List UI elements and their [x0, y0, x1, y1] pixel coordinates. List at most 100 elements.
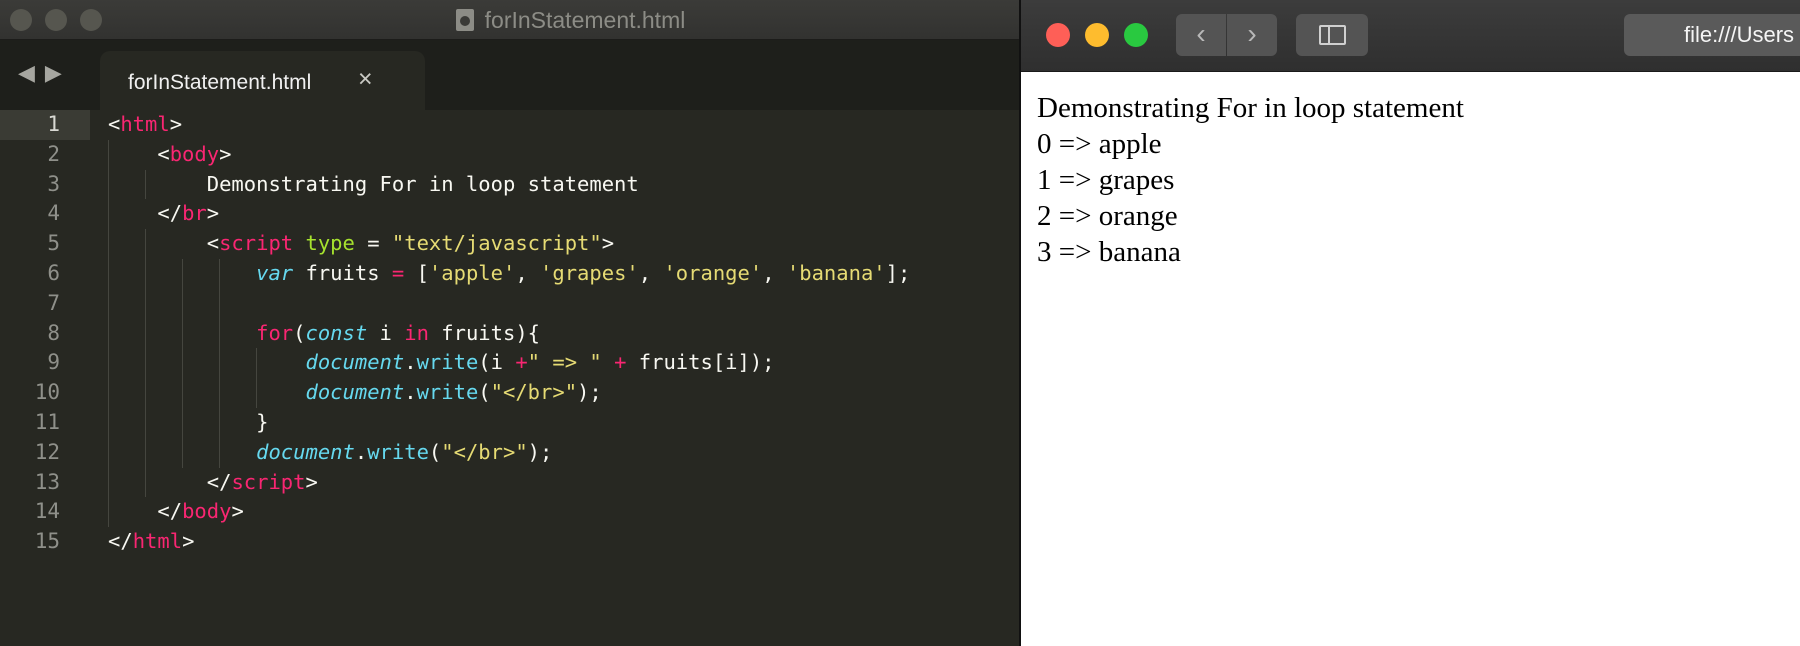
indent-guide	[108, 258, 109, 289]
indent-guide	[182, 318, 183, 349]
code-area[interactable]: <html> <body> Demonstrating For in loop …	[108, 110, 1013, 557]
code-token: </	[157, 499, 183, 524]
code-token: +	[614, 350, 627, 375]
indent-guide	[145, 258, 146, 289]
indent-guide	[182, 288, 183, 319]
code-line[interactable]: </body>	[108, 497, 1013, 528]
line-number: 6	[47, 260, 60, 285]
tab-forinstatement[interactable]: forInStatement.html ×	[100, 51, 425, 110]
line-number: 12	[34, 439, 60, 464]
line-number: 9	[47, 350, 60, 375]
code-token: html	[132, 529, 183, 554]
indent-guide	[145, 348, 146, 379]
code-token: </	[206, 469, 232, 494]
editor-titlebar: forInStatement.html	[0, 0, 1021, 40]
code-token: 'apple'	[428, 260, 516, 285]
code-token: 'grapes'	[540, 260, 639, 285]
indent-guide	[145, 288, 146, 319]
code-token: >	[206, 201, 220, 226]
code-token: body	[169, 141, 220, 166]
code-line[interactable]	[108, 288, 1013, 319]
indent-guide	[219, 378, 220, 408]
line-number: 8	[47, 320, 60, 345]
code-line[interactable]: document.write(i +" => " + fruits[i]);	[108, 348, 1013, 379]
code-token: in	[404, 320, 429, 345]
code-token: <	[206, 231, 220, 256]
indent-guide	[108, 169, 109, 200]
code-token: write	[367, 439, 429, 464]
code-token: script	[219, 231, 294, 256]
code-token: }	[256, 409, 269, 434]
output-line: 0 => apple	[1037, 128, 1162, 160]
back-arrow-icon[interactable]: ◀	[18, 62, 35, 84]
output-line: Demonstrating For in loop statement	[1037, 92, 1464, 124]
code-line[interactable]: var fruits = ['apple', 'grapes', 'orange…	[108, 258, 1013, 289]
code-line[interactable]: document.write("</br>");	[108, 378, 1013, 408]
page-content: Demonstrating For in loop statement 0 =>…	[1037, 90, 1464, 270]
line-number: 10	[34, 380, 60, 405]
code-token: .	[354, 439, 368, 464]
line-number: 4	[47, 201, 60, 226]
code-line[interactable]: </script>	[108, 467, 1013, 498]
code-line[interactable]: <html>	[108, 110, 1013, 140]
line-number: 3	[47, 171, 60, 196]
editor-tab-bar: ◀ ▶ forInStatement.html ×	[0, 40, 1021, 110]
code-token: >	[305, 469, 318, 494]
code-editor-window: forInStatement.html ◀ ▶ forInStatement.h…	[0, 0, 1021, 646]
output-line: 2 => orange	[1037, 200, 1178, 232]
line-number: 2	[47, 141, 60, 166]
forward-button[interactable]: ›	[1227, 14, 1277, 56]
output-line: 3 => banana	[1037, 236, 1181, 268]
zoom-window-icon[interactable]	[1124, 23, 1148, 47]
code-line[interactable]: for(const i in fruits){	[108, 318, 1013, 349]
code-token: >	[231, 499, 244, 524]
file-icon	[455, 9, 474, 31]
code-token: >	[182, 529, 195, 554]
indent-guide	[219, 437, 220, 468]
line-number: 5	[47, 231, 60, 256]
code-token: ,	[515, 260, 541, 285]
code-line[interactable]: <body>	[108, 139, 1013, 170]
code-token: 'orange'	[663, 260, 763, 285]
close-tab-icon[interactable]: ×	[358, 67, 373, 92]
code-token: script	[231, 469, 306, 494]
code-line[interactable]: }	[108, 407, 1013, 438]
editor-window-title: forInStatement.html	[0, 0, 1021, 40]
indent-guide	[182, 378, 183, 408]
back-button[interactable]: ‹	[1176, 14, 1226, 56]
code-token: </	[157, 201, 183, 226]
code-line[interactable]: <script type = "text/javascript">	[108, 229, 1013, 259]
output-line: 1 => grapes	[1037, 164, 1175, 196]
code-line[interactable]: </html>	[108, 527, 1013, 557]
code-token: .	[404, 350, 417, 375]
code-line[interactable]: document.write("</br>");	[108, 437, 1013, 468]
indent-guide	[182, 258, 183, 289]
code-token: br	[182, 201, 207, 226]
code-token: (	[293, 320, 306, 345]
indent-guide	[108, 407, 109, 438]
address-bar[interactable]: file:///Users	[1624, 14, 1800, 56]
code-token: 'banana'	[786, 260, 886, 285]
sidebar-toggle-button[interactable]	[1296, 14, 1368, 56]
indent-guide	[219, 348, 220, 379]
tab-label: forInStatement.html	[128, 71, 312, 94]
close-window-icon[interactable]	[1046, 23, 1070, 47]
code-token: .	[404, 380, 417, 405]
code-line[interactable]: </br>	[108, 199, 1013, 230]
code-token: const	[305, 320, 368, 345]
code-token: "</br>"	[490, 380, 578, 405]
code-token: document	[305, 380, 405, 405]
minimize-window-icon[interactable]	[1085, 23, 1109, 47]
indent-guide	[219, 407, 220, 438]
line-number: 15	[34, 529, 60, 554]
indent-guide	[145, 229, 146, 259]
line-number: 7	[47, 290, 60, 315]
code-line[interactable]: Demonstrating For in loop statement	[108, 169, 1013, 200]
line-number: 11	[34, 409, 60, 434]
code-token: fruits	[293, 260, 392, 285]
forward-arrow-icon[interactable]: ▶	[45, 62, 62, 84]
code-token: <	[108, 112, 121, 136]
code-token: type	[305, 231, 355, 256]
line-number: 14	[34, 499, 60, 524]
code-token: );	[577, 380, 602, 405]
